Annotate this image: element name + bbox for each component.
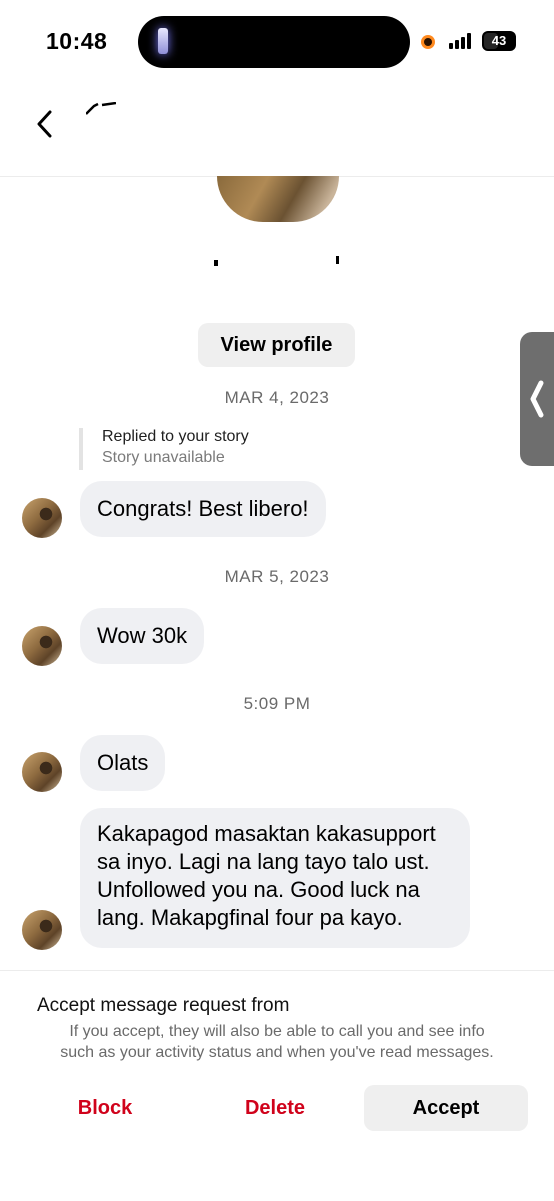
message-text: Congrats! Best libero! — [97, 496, 309, 521]
message-text-line: Unfollowed you na. Good luck na — [97, 877, 420, 902]
profile-photo[interactable] — [217, 176, 339, 222]
profile-name-fragment — [214, 260, 218, 266]
story-reply-status: Story unavailable — [102, 449, 225, 466]
date-separator: MAR 4, 2023 — [224, 388, 330, 407]
chat-header — [0, 84, 554, 177]
message-bubble[interactable]: Congrats! Best libero! — [80, 481, 326, 537]
dynamic-island — [138, 16, 410, 68]
message-bubble[interactable]: Kakapagod masaktan kakasupport sa inyo. … — [80, 808, 470, 948]
message-bubble[interactable]: Wow 30k — [80, 608, 205, 664]
block-button[interactable]: Block — [55, 1085, 155, 1131]
header-name-fragment — [86, 102, 116, 115]
signal-icon — [449, 33, 475, 49]
message-text: Wow 30k — [97, 623, 188, 648]
flashlight-icon — [158, 28, 168, 54]
message-text-line: Kakapagod masaktan kakasupport — [97, 821, 436, 846]
side-panel-handle[interactable] — [520, 332, 554, 466]
chevron-left-icon — [37, 110, 52, 138]
request-description-line: such as your activity status and when yo… — [60, 1044, 494, 1061]
request-title: Accept message request from — [37, 995, 290, 1016]
view-profile-button[interactable]: View profile — [198, 323, 355, 367]
chevron-left-icon — [530, 380, 544, 418]
story-reply-reference[interactable]: Replied to your story Story unavailable — [79, 428, 249, 470]
message-request-panel: Accept message request from If you accep… — [0, 970, 554, 1201]
battery-icon: 43 — [482, 31, 516, 51]
avatar[interactable] — [22, 626, 62, 666]
request-description: If you accept, they will also be able to… — [0, 1021, 554, 1063]
avatar[interactable] — [22, 498, 62, 538]
message-bubble[interactable]: Olats — [80, 735, 166, 791]
delete-button[interactable]: Delete — [225, 1085, 325, 1131]
recording-dot-icon — [421, 35, 435, 49]
story-reply-label: Replied to your story — [102, 428, 249, 445]
status-bar: 10:48 43 — [0, 0, 554, 84]
message-text-line: sa inyo. Lagi na lang tayo talo ust. — [97, 849, 430, 874]
accept-button[interactable]: Accept — [364, 1085, 528, 1131]
request-description-line: If you accept, they will also be able to… — [69, 1023, 485, 1040]
message-text: Olats — [97, 750, 149, 775]
message-text-line: lang. Makapgfinal four pa kayo. — [97, 905, 403, 930]
avatar[interactable] — [22, 910, 62, 950]
request-actions: Block Delete Accept — [0, 1085, 554, 1131]
avatar[interactable] — [22, 752, 62, 792]
date-separator: MAR 5, 2023 — [224, 567, 330, 586]
status-time: 10:48 — [46, 28, 108, 54]
profile-name-fragment — [336, 256, 339, 264]
back-button[interactable] — [28, 106, 64, 142]
time-separator: 5:09 PM — [243, 694, 311, 713]
